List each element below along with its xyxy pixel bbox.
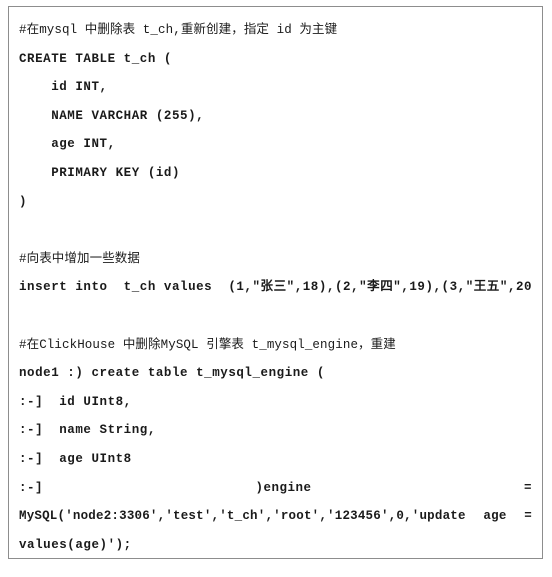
code-line-comment-mysql-drop: #在mysql 中删除表 t_ch,重新创建，指定 id 为主键 xyxy=(19,23,338,37)
code-line-blank-1 xyxy=(19,216,532,245)
code-block-frame: #在mysql 中删除表 t_ch,重新创建，指定 id 为主键 CREATE … xyxy=(8,6,543,559)
code-line-list: #在mysql 中删除表 t_ch,重新创建，指定 id 为主键 CREATE … xyxy=(19,16,532,558)
code-line-blank-2 xyxy=(19,302,532,331)
code-line-column-id: id INT, xyxy=(19,80,108,95)
code-line-close-paren: ) xyxy=(19,194,28,209)
code-line-ch-column-age: :-] age UInt8 xyxy=(19,451,132,466)
code-line-primary-key: PRIMARY KEY (id) xyxy=(19,165,181,180)
code-line-ch-engine: :-] )engine = xyxy=(19,480,532,495)
code-line-ch-column-id: :-] id UInt8, xyxy=(19,394,132,409)
code-line-insert-values: insert into t_ch values (1,"张三",18),(2,"… xyxy=(19,280,532,295)
code-line-column-age: age INT, xyxy=(19,137,116,152)
code-line-ch-values-age: values(age)'); xyxy=(19,537,132,552)
code-line-ch-column-name: :-] name String, xyxy=(19,423,156,438)
code-line-create-table: CREATE TABLE t_ch ( xyxy=(19,51,172,66)
code-line-ch-mysql-engine-args: MySQL('node2:3306','test','t_ch','root',… xyxy=(19,509,532,524)
code-line-column-name: NAME VARCHAR (255), xyxy=(19,108,205,123)
code-line-comment-insert-data: #向表中增加一些数据 xyxy=(19,251,141,266)
code-line-ch-create-table: node1 :) create table t_mysql_engine ( xyxy=(19,366,325,381)
code-line-comment-clickhouse-drop: #在ClickHouse 中删除MySQL 引擎表 t_mysql_engine… xyxy=(19,337,396,352)
